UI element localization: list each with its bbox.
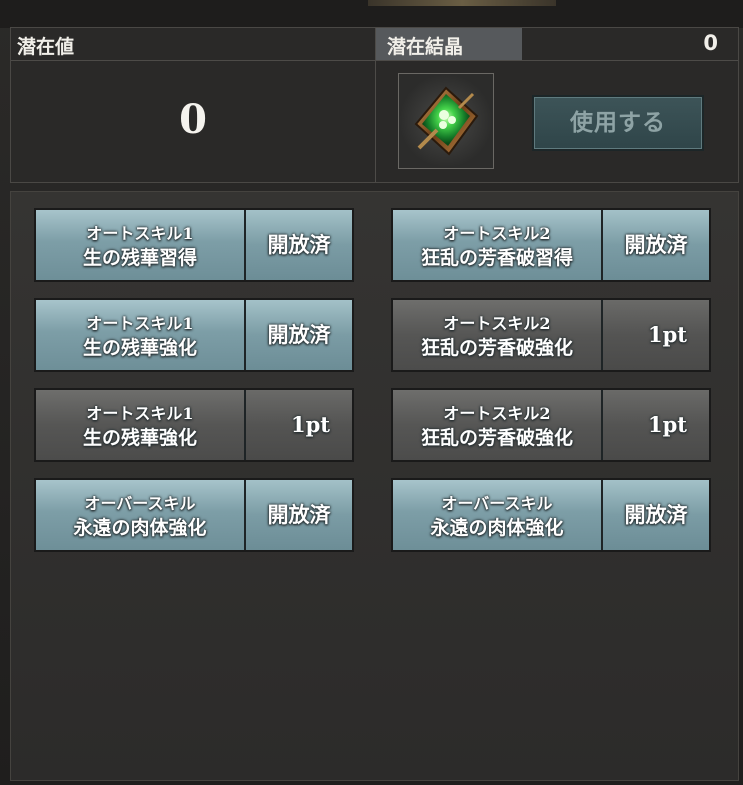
skill-status: 1pt [603,300,709,370]
skill-type: オートスキル1 [86,224,194,243]
crystal-label: 潜在結晶 [387,36,464,58]
skill-name: オートスキル2 狂乱の芳香破強化 [393,300,603,370]
skill-tile[interactable]: オートスキル1 生の残華強化 1pt [34,388,354,462]
skill-status: 開放済 [246,300,352,370]
skill-tile[interactable]: オートスキル1 生の残華強化 開放済 [34,298,354,372]
skill-name: オートスキル2 狂乱の芳香破強化 [393,390,603,460]
green-crystal-icon[interactable] [398,73,494,169]
skill-name: オートスキル1 生の残華強化 [36,390,246,460]
skill-title: 狂乱の芳香破習得 [420,247,573,269]
skill-type: オートスキル2 [443,224,551,243]
use-button[interactable]: 使用する [532,95,704,151]
skill-type: オーバースキル [84,494,196,513]
skill-title: 生の残華強化 [82,427,197,449]
skill-title: 狂乱の芳香破強化 [420,427,573,449]
skill-grid: オートスキル1 生の残華習得 開放済 オートスキル2 狂乱の芳香破習得 開放済 … [10,191,739,781]
skill-tile[interactable]: オートスキル1 生の残華習得 開放済 [34,208,354,282]
skill-title: 永遠の肉体強化 [73,517,207,539]
skill-tile[interactable]: オートスキル2 狂乱の芳香破習得 開放済 [391,208,711,282]
skill-status: 1pt [246,390,352,460]
skill-status: 開放済 [603,480,709,550]
skill-name: オーバースキル 永遠の肉体強化 [36,480,246,550]
potential-label: 潜在値 [17,36,75,58]
skill-title: 狂乱の芳香破強化 [420,337,573,359]
skill-tile[interactable]: オートスキル2 狂乱の芳香破強化 1pt [391,298,711,372]
skill-status: 開放済 [603,210,709,280]
skill-name: オートスキル2 狂乱の芳香破習得 [393,210,603,280]
skill-tile[interactable]: オーバースキル 永遠の肉体強化 開放済 [391,478,711,552]
potential-screen: 潜在値 潜在結晶 0 0 使用する オートスキル1 生の残華習得 開放済 オート… [0,0,743,785]
skill-title: 永遠の肉体強化 [430,517,564,539]
skill-status: 1pt [603,390,709,460]
skill-type: オートスキル2 [443,404,551,423]
potential-value: 0 [179,96,207,143]
skill-type: オーバースキル [441,494,553,513]
potential-panel: 潜在値 潜在結晶 0 0 使用する [10,27,739,183]
skill-name: オートスキル1 生の残華強化 [36,300,246,370]
skill-status: 開放済 [246,210,352,280]
skill-name: オートスキル1 生の残華習得 [36,210,246,280]
skill-name: オーバースキル 永遠の肉体強化 [393,480,603,550]
skill-title: 生の残華習得 [82,247,197,269]
skill-title: 生の残華強化 [82,337,197,359]
skill-type: オートスキル1 [86,404,194,423]
skill-tile[interactable]: オーバースキル 永遠の肉体強化 開放済 [34,478,354,552]
skill-tile[interactable]: オートスキル2 狂乱の芳香破強化 1pt [391,388,711,462]
skill-type: オートスキル2 [443,314,551,333]
top-decoration [368,0,556,6]
crystal-count: 0 [703,31,718,55]
skill-type: オートスキル1 [86,314,194,333]
skill-status: 開放済 [246,480,352,550]
